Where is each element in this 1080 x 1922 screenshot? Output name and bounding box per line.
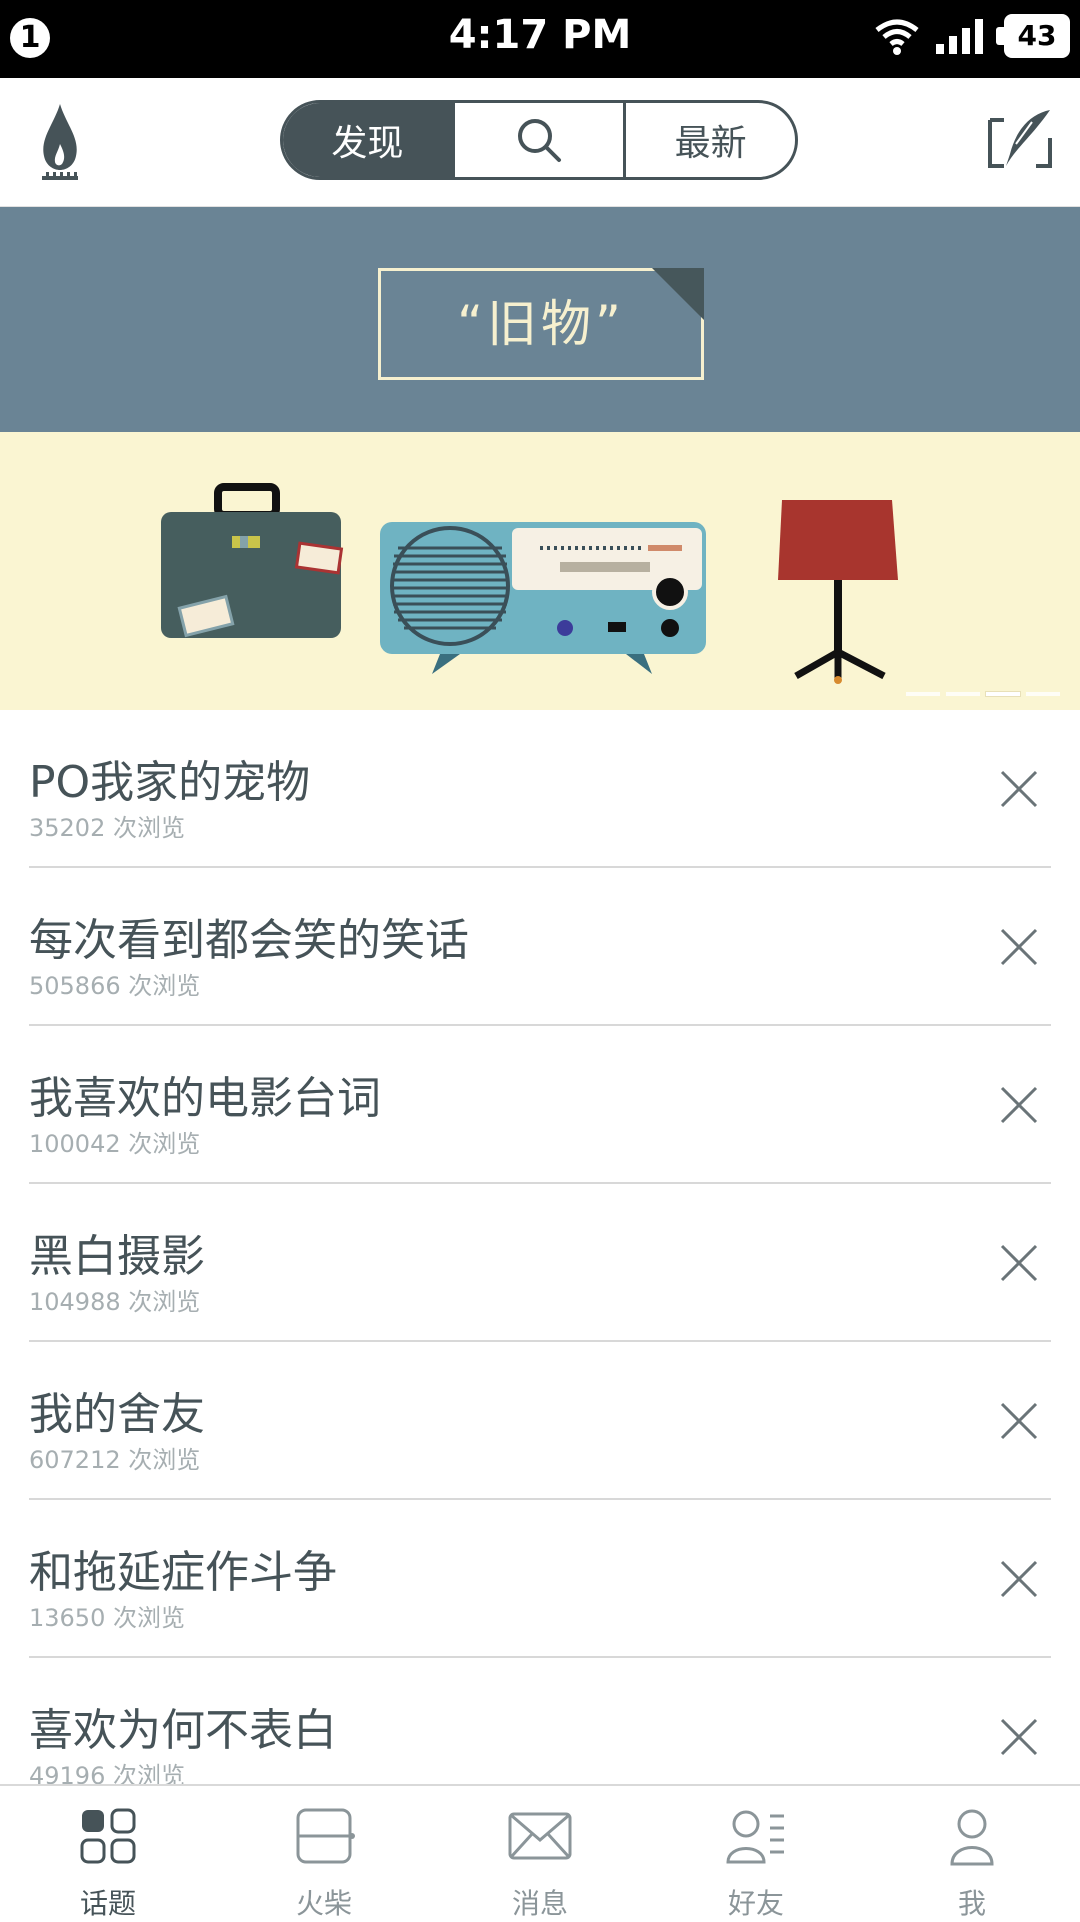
topic-title: 喜欢为何不表白 [29, 1705, 337, 1756]
topic-view-count: 607212 次浏览 [29, 1446, 201, 1474]
banner-illustration [0, 432, 1080, 710]
list-item[interactable]: 黑白摄影 104988 次浏览 [0, 1184, 1080, 1342]
topic-list: PO我家的宠物 35202 次浏览 每次看到都会笑的笑话 505866 次浏览 … [0, 710, 1080, 1816]
search-icon [518, 119, 561, 162]
tab-label: 话题 [79, 1887, 136, 1920]
topic-title: 每次看到都会笑的笑话 [29, 915, 469, 966]
tab-label: 消息 [511, 1887, 568, 1920]
topic-title: 黑白摄影 [29, 1231, 205, 1282]
tab-discover[interactable]: 发现 [283, 103, 452, 177]
close-icon[interactable] [994, 1080, 1044, 1130]
list-item[interactable]: PO我家的宠物 35202 次浏览 [0, 710, 1080, 868]
list-item[interactable]: 我的舍友 607212 次浏览 [0, 1342, 1080, 1500]
tab-me[interactable]: 我 [864, 1786, 1080, 1922]
topic-view-count: 104988 次浏览 [29, 1288, 201, 1316]
close-icon[interactable] [994, 1238, 1044, 1288]
close-icon[interactable] [994, 1396, 1044, 1446]
featured-banner[interactable]: “旧物” [0, 207, 1080, 710]
mail-icon [508, 1812, 572, 1860]
tab-label: 火柴 [295, 1887, 352, 1920]
banner-title-box: “旧物” [378, 268, 704, 380]
list-item[interactable]: 和拖延症作斗争 13650 次浏览 [0, 1500, 1080, 1658]
list-item[interactable]: 我喜欢的电影台词 100042 次浏览 [0, 1026, 1080, 1184]
matchbox-icon [296, 1808, 355, 1864]
segmented-control: 发现 最新 [280, 100, 798, 180]
topic-title: 我喜欢的电影台词 [29, 1073, 381, 1124]
carousel-dot[interactable] [946, 692, 980, 696]
close-icon[interactable] [994, 922, 1044, 972]
carousel-dot[interactable] [906, 692, 940, 696]
battery-icon: 43 [996, 14, 1070, 58]
topic-view-count: 505866 次浏览 [29, 972, 201, 1000]
wifi-icon [875, 19, 919, 55]
close-icon[interactable] [994, 1712, 1044, 1762]
tab-search[interactable] [451, 103, 627, 177]
topic-title: 我的舍友 [29, 1389, 205, 1440]
vintage-objects-illustration [161, 483, 898, 684]
tab-matches[interactable]: 火柴 [216, 1786, 432, 1922]
carousel-indicator [906, 692, 1060, 696]
status-bar: 1 4:17 PM 43 [0, 0, 1080, 78]
signal-icon [936, 19, 983, 54]
close-icon[interactable] [994, 764, 1044, 814]
topic-title: 和拖延症作斗争 [29, 1547, 337, 1598]
topic-title: PO我家的宠物 [29, 757, 311, 808]
topics-grid-icon [80, 1808, 136, 1864]
topic-view-count: 13650 次浏览 [29, 1604, 185, 1632]
match-flame-logo[interactable] [36, 100, 84, 184]
top-header: 发现 最新 [0, 78, 1080, 208]
tab-latest[interactable]: 最新 [626, 103, 795, 177]
topic-view-count: 35202 次浏览 [29, 814, 185, 842]
compose-feather-icon[interactable] [986, 108, 1054, 172]
tab-label: 我 [957, 1887, 986, 1920]
tab-friends[interactable]: 好友 [648, 1786, 864, 1922]
carousel-dot-active[interactable] [986, 692, 1020, 696]
banner-title: “旧物” [457, 295, 625, 353]
profile-icon [950, 1809, 994, 1866]
topic-view-count: 100042 次浏览 [29, 1130, 201, 1158]
friends-list-icon [726, 1810, 784, 1864]
tab-messages[interactable]: 消息 [432, 1786, 648, 1922]
list-item[interactable]: 每次看到都会笑的笑话 505866 次浏览 [0, 868, 1080, 1026]
close-icon[interactable] [994, 1554, 1044, 1604]
tab-topics[interactable]: 话题 [0, 1786, 216, 1922]
bottom-tab-bar: 话题 火柴 消息 好友 我 [0, 1784, 1080, 1922]
tab-label: 好友 [727, 1887, 784, 1920]
carousel-dot[interactable] [1026, 692, 1060, 696]
